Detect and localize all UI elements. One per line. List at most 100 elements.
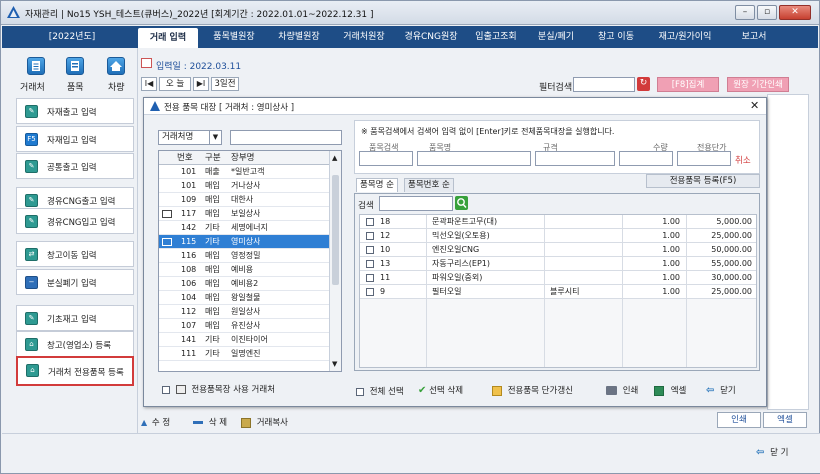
today-button[interactable]: 오 늘 — [159, 77, 191, 91]
checkbox[interactable] — [366, 232, 374, 240]
refresh-icon[interactable]: ↻ — [637, 77, 650, 91]
ledger-period-print-button[interactable]: 원장 기간인쇄 — [727, 77, 789, 92]
sidebar-item-warehouse-move[interactable]: ⇄ 창고이동 입력 — [16, 241, 134, 267]
checkbox[interactable] — [162, 385, 170, 394]
book-icon — [162, 210, 172, 218]
update-price-button[interactable]: 전용품목 단가갱신 — [492, 384, 573, 396]
partner-row[interactable]: 141 기타 이진타이어 — [159, 333, 329, 347]
checkbox[interactable] — [366, 274, 374, 282]
sidebar-item-material-out[interactable]: ✎ 자재출고 입력 — [16, 98, 134, 124]
checkbox[interactable] — [366, 260, 374, 268]
tab-partner-ledger[interactable]: 거래처원장 — [333, 26, 395, 48]
transfer-icon: ⇄ — [25, 248, 38, 261]
partner-row[interactable]: 112 매입 원일상사 — [159, 305, 329, 319]
select-all-checkbox[interactable]: 전체 선택 — [356, 385, 404, 397]
dialog-close-button[interactable]: ⇦ 닫기 — [706, 384, 736, 396]
close-button[interactable]: ⇦ 닫 기 — [756, 446, 788, 458]
excel-button[interactable]: 엑셀 — [763, 412, 807, 428]
spec-input[interactable] — [535, 151, 615, 166]
checkbox[interactable] — [366, 288, 374, 296]
search-field-select[interactable]: 거래처명 ▼ — [158, 130, 222, 145]
scroll-down-icon[interactable]: ▼ — [332, 360, 337, 368]
item-row[interactable]: 12 믹선오일(오토용) 1.00 25,000.00 — [360, 229, 756, 243]
tab-by-name[interactable]: 품목명 순 — [356, 178, 398, 192]
vehicle-label[interactable]: 차량 — [108, 80, 125, 93]
tab-transaction-input[interactable]: 거래 입력 — [138, 28, 198, 48]
minimize-button[interactable]: – — [735, 5, 755, 20]
scroll-up-icon[interactable]: ▲ — [332, 154, 337, 162]
sidebar-item-warehouse-register[interactable]: ⌂ 창고(영업소) 등록 — [16, 331, 134, 357]
item-search-input[interactable] — [359, 151, 413, 166]
list-icon[interactable] — [66, 57, 84, 75]
partner-row[interactable]: 107 매입 유진상사 — [159, 319, 329, 333]
triangle-up-icon: ▲ — [141, 418, 148, 427]
close-window-button[interactable]: ✕ — [779, 5, 811, 20]
filter-search-label: 필터검색 — [539, 83, 573, 93]
partner-row[interactable]: 109 매입 대한사 — [159, 193, 329, 207]
sidebar-item-loss-disposal[interactable]: − 분실폐기 입력 — [16, 269, 134, 295]
tab-report[interactable]: 보고서 — [724, 26, 784, 48]
item-row[interactable]: 9 필터오일 블루시티 1.00 25,000.00 — [360, 285, 756, 299]
last-button[interactable]: ▶I — [193, 77, 209, 91]
print-button[interactable]: 인쇄 — [717, 412, 761, 428]
maximize-button[interactable]: ▫ — [757, 5, 777, 20]
item-table-search-input[interactable] — [379, 196, 453, 211]
sidebar-item-initial-stock[interactable]: ✎ 기초재고 입력 — [16, 305, 134, 331]
item-row[interactable]: 13 자동구리스(EP1) 1.00 55,000.00 — [360, 257, 756, 271]
search-icon[interactable] — [455, 196, 468, 210]
item-row[interactable]: 10 엔진오일CNG 1.00 50,000.00 — [360, 243, 756, 257]
partner-row[interactable]: 101 매입 거나상사 — [159, 179, 329, 193]
partner-row[interactable]: 108 매입 예비용 — [159, 263, 329, 277]
tab-by-number[interactable]: 품목번호 순 — [404, 178, 454, 192]
copy-transaction-button[interactable]: 거래복사 — [241, 416, 288, 428]
partner-search-input[interactable] — [230, 130, 342, 145]
tab-diesel-cng-ledger[interactable]: 경유CNG원장 — [396, 26, 466, 48]
tab-warehouse-move[interactable]: 창고 이동 — [588, 26, 644, 48]
checkbox[interactable] — [356, 387, 364, 396]
f8-total-button[interactable]: [F8]집계 — [657, 77, 719, 92]
tab-loss-disposal[interactable]: 분실/폐기 — [528, 26, 584, 48]
sidebar-item-partner-exclusive-item[interactable]: ⌂ 거래처 전용품목 등록 — [16, 356, 134, 386]
item-row[interactable]: 18 문곽파운트고무(대) 1.00 5,000.00 — [360, 215, 756, 229]
checkbox[interactable] — [366, 218, 374, 226]
document-icon[interactable] — [27, 57, 45, 75]
partner-row[interactable]: 104 매입 왕일철물 — [159, 291, 329, 305]
dialog-close-icon[interactable]: ✕ — [750, 99, 759, 112]
partner-row[interactable]: 111 기타 일명엔진 — [159, 347, 329, 361]
checkbox[interactable] — [366, 246, 374, 254]
item-row[interactable]: 11 파워오일(중외) 1.00 30,000.00 — [360, 271, 756, 285]
register-exclusive-item-button[interactable]: 전용품목 등록(F5) — [646, 174, 760, 188]
three-days-ago-button[interactable]: 3일전 — [211, 77, 239, 91]
partner-row[interactable]: 142 기타 세명에너지 — [159, 221, 329, 235]
delete-button[interactable]: 삭 제 — [193, 416, 227, 428]
quantity-input[interactable] — [619, 151, 673, 166]
item-name-input[interactable] — [417, 151, 531, 166]
dialog-title-bar: 전용 품목 대장 [ 거래처 : 영미상사 ] ✕ — [144, 98, 766, 115]
edit-button[interactable]: ▲ 수 정 — [141, 416, 170, 428]
sidebar-item-common-out[interactable]: ✎ 공통출고 입력 — [16, 153, 134, 179]
tab-vehicle-ledger[interactable]: 차량별원장 — [268, 26, 330, 48]
partner-table-scrollbar[interactable]: ▲ ▼ — [329, 151, 341, 371]
partner-label[interactable]: 거래처 — [20, 80, 45, 93]
scroll-thumb[interactable] — [332, 175, 339, 285]
use-only-checkbox[interactable]: 전용품목장 사용 거래처 — [162, 383, 275, 395]
exclusive-price-input[interactable] — [677, 151, 731, 166]
dialog-print-button[interactable]: 인쇄 — [606, 384, 638, 396]
dialog-excel-button[interactable]: 엑셀 — [654, 384, 686, 396]
sidebar-item-diesel-cng-in[interactable]: ✎ 경유CNG입고 입력 — [16, 208, 134, 234]
tab-item-ledger[interactable]: 품목별원장 — [203, 26, 265, 48]
item-label[interactable]: 품목 — [67, 80, 84, 93]
delete-selected-button[interactable]: ✔ 선택 삭제 — [418, 384, 463, 396]
first-button[interactable]: I◀ — [141, 77, 157, 91]
partner-row[interactable]: 101 매출 *일반고객 — [159, 165, 329, 179]
tab-stock-cost-profit[interactable]: 재고/원가이익 — [650, 26, 720, 48]
sidebar-item-material-in[interactable]: F5 자재입고 입력 — [16, 126, 134, 152]
partner-row[interactable]: 117 매입 보일상사 — [159, 207, 329, 221]
filter-search-input[interactable] — [573, 77, 635, 92]
partner-row[interactable]: 115 기타 영미상사 — [159, 235, 329, 249]
tab-inout-inquiry[interactable]: 입출고조회 — [468, 26, 524, 48]
home-icon[interactable] — [107, 57, 125, 75]
partner-row[interactable]: 116 매입 영정정밀 — [159, 249, 329, 263]
cancel-button[interactable]: 취소 — [735, 154, 751, 166]
partner-row[interactable]: 106 매입 예비용2 — [159, 277, 329, 291]
